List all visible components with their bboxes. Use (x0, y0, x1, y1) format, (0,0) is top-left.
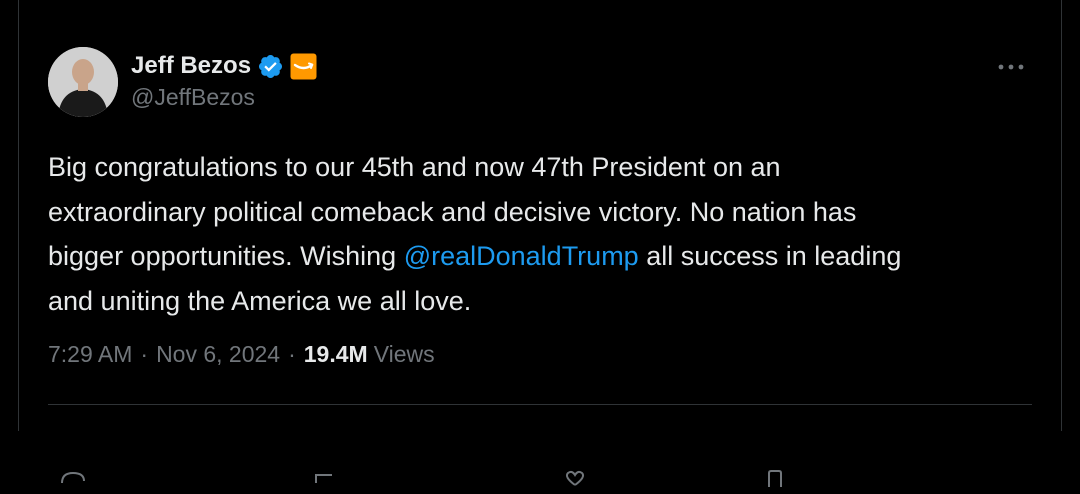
right-border (1061, 0, 1080, 431)
name-row: Jeff Bezos (131, 50, 317, 82)
amazon-affiliate-icon[interactable] (290, 53, 317, 80)
tweet-text-segment: bigger opportunities. Wishing (48, 241, 404, 271)
meta-separator: · (140, 341, 149, 367)
meta-separator: · (288, 341, 296, 367)
retweet-icon[interactable] (310, 469, 340, 489)
tweet-text-segment: all success in leading (638, 241, 902, 271)
tweet-header: Jeff Bezos @JeffBezos (48, 47, 1032, 119)
more-dots-icon (998, 64, 1024, 70)
tweet-text-line: bigger opportunities. Wishing @realDonal… (48, 234, 1032, 279)
like-icon[interactable] (560, 469, 590, 489)
display-name[interactable]: Jeff Bezos (131, 52, 251, 80)
action-bar (48, 425, 1032, 487)
author-handle[interactable]: @JeffBezos (131, 84, 317, 111)
divider (48, 404, 1032, 405)
views-count: 19.4M (303, 341, 368, 367)
tweet-text-line: and uniting the America we all love. (48, 285, 472, 316)
mention-link[interactable]: @realDonaldTrump (404, 241, 639, 271)
reply-icon[interactable] (58, 469, 88, 489)
tweet: Jeff Bezos @JeffBezos Big congratulation… (48, 47, 1032, 487)
tweet-text-line: Big congratulations to our 45th and now … (48, 152, 781, 182)
avatar[interactable] (48, 47, 118, 117)
tweet-text: Big congratulations to our 45th and now … (48, 145, 1032, 323)
avatar-image (48, 47, 118, 117)
bookmark-icon[interactable] (760, 469, 790, 489)
verified-badge-icon[interactable] (257, 53, 284, 80)
author-info: Jeff Bezos @JeffBezos (131, 50, 317, 111)
tweet-time[interactable]: 7:29 AM (48, 341, 132, 368)
more-options-button[interactable] (996, 57, 1026, 77)
tweet-date[interactable]: Nov 6, 2024 (156, 341, 280, 368)
tweet-meta: 7:29 AM · Nov 6, 2024 · 19.4M Views (48, 341, 435, 368)
tweet-text-line: extraordinary political comeback and dec… (48, 196, 857, 227)
views-label: Views (373, 341, 435, 367)
left-border (0, 0, 19, 431)
